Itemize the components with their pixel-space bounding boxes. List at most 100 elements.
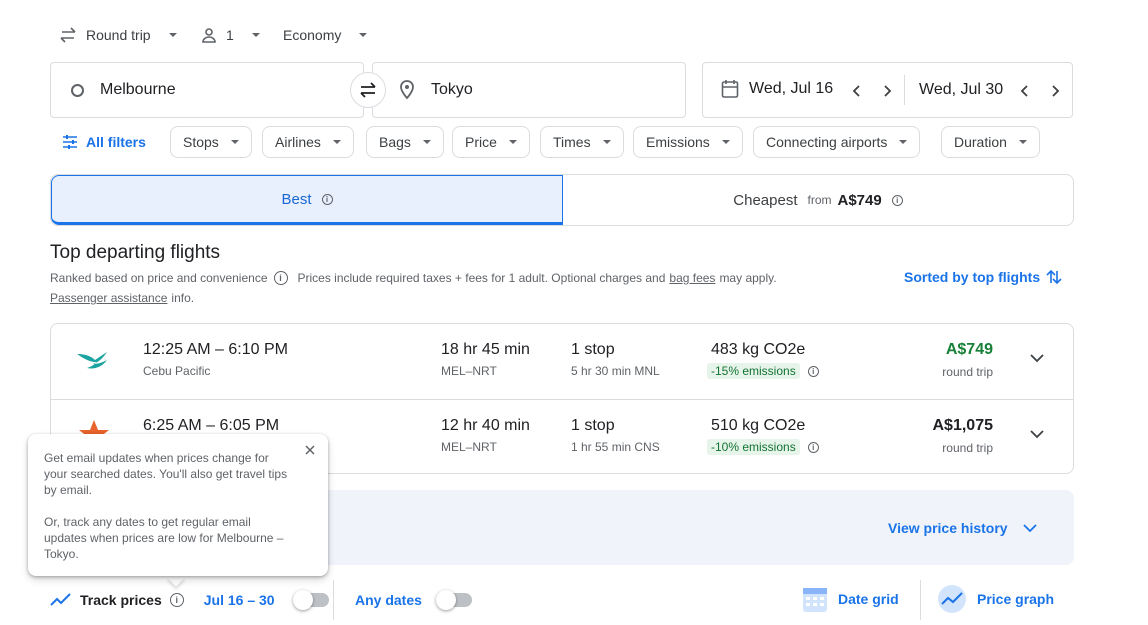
- tooltip-text-1: Get email updates when prices change for…: [44, 451, 288, 497]
- filter-chip-label: Times: [553, 134, 591, 150]
- destination-value: Tokyo: [431, 81, 473, 98]
- depart-date-field[interactable]: Wed, Jul 16: [721, 79, 833, 99]
- filter-chip-label: Emissions: [646, 134, 710, 150]
- flight-stops: 1 stop: [571, 341, 615, 358]
- filter-chip-label: Price: [465, 134, 497, 150]
- tab-cheapest[interactable]: Cheapest from A$749 i: [563, 175, 1073, 225]
- flight-layover: 1 hr 55 min CNS: [571, 440, 660, 454]
- swap-places-button[interactable]: [350, 72, 386, 108]
- page-title: Top departing flights: [50, 242, 221, 263]
- flight-emissions: 510 kg CO2e: [711, 417, 806, 434]
- close-icon: [305, 445, 315, 455]
- chevron-down-icon: [359, 33, 368, 37]
- depart-prev-button[interactable]: [849, 81, 865, 101]
- airline-logo: [75, 346, 113, 377]
- chevron-right-icon: [1052, 85, 1060, 97]
- view-price-history-button[interactable]: View price history: [888, 520, 1038, 536]
- price-graph-icon: [937, 584, 967, 614]
- date-grid-label: Date grid: [838, 591, 899, 607]
- chevron-down-icon: [602, 140, 611, 144]
- any-dates-toggle[interactable]: [435, 590, 472, 610]
- emissions-badge-group: -10% emissions i: [707, 439, 819, 455]
- location-pin-icon: [399, 80, 415, 100]
- filter-chip-airlines[interactable]: Airlines: [262, 126, 354, 158]
- expand-button[interactable]: [1029, 428, 1045, 440]
- any-dates-group: Any dates: [355, 588, 472, 612]
- info-text: info.: [171, 291, 195, 305]
- track-prices-label: Track prices: [80, 592, 162, 608]
- passengers-count: 1: [226, 27, 234, 43]
- info-icon[interactable]: i: [273, 271, 288, 285]
- tab-cheapest-from: from: [807, 193, 832, 207]
- tab-cheapest-price: A$749: [837, 191, 882, 209]
- date-grid-button[interactable]: Date grid: [802, 584, 899, 614]
- info-icon[interactable]: i: [169, 593, 184, 607]
- flight-times: 6:25 AM – 6:05 PM: [143, 417, 280, 434]
- swap-arrows-icon: [58, 27, 78, 43]
- date-grid-icon: [802, 585, 828, 613]
- cabin-select[interactable]: Economy: [283, 22, 368, 48]
- filter-chip-duration[interactable]: Duration: [941, 126, 1040, 158]
- flight-emissions: 483 kg CO2e: [711, 341, 806, 358]
- filter-chip-label: Airlines: [275, 134, 321, 150]
- chevron-down-icon: [168, 33, 177, 37]
- return-date-value[interactable]: Wed, Jul 30: [919, 81, 1003, 99]
- ranked-text: Ranked based on price and convenience: [50, 271, 268, 285]
- info-icon[interactable]: i: [807, 441, 819, 453]
- filter-chip-emissions[interactable]: Emissions: [633, 126, 743, 158]
- destination-field[interactable]: Tokyo: [372, 62, 686, 118]
- depart-next-button[interactable]: [879, 81, 895, 101]
- trip-type-select[interactable]: Round trip: [58, 22, 177, 48]
- info-icon[interactable]: i: [807, 365, 819, 377]
- bag-fees-link[interactable]: bag fees: [669, 271, 715, 285]
- bottom-divider-2: [920, 580, 921, 620]
- calendar-icon: [721, 79, 739, 99]
- swap-icon: [360, 82, 376, 98]
- track-dates-toggle[interactable]: [292, 590, 329, 610]
- chevron-down-icon: [508, 140, 517, 144]
- cabin-label: Economy: [283, 27, 342, 43]
- origin-circle-icon: [71, 83, 84, 97]
- tab-best[interactable]: Best i: [51, 175, 563, 225]
- passengers-select[interactable]: 1: [200, 22, 260, 48]
- info-icon[interactable]: i: [321, 193, 333, 205]
- return-prev-button[interactable]: [1017, 81, 1033, 101]
- flight-duration: 18 hr 45 min: [441, 341, 530, 358]
- flight-layover: 5 hr 30 min MNL: [571, 364, 660, 378]
- may-apply-text: may apply.: [719, 271, 777, 285]
- track-prices-tooltip: Get email updates when prices change for…: [28, 434, 328, 576]
- filter-chip-stops[interactable]: Stops: [170, 126, 252, 158]
- all-filters-label: All filters: [86, 134, 146, 150]
- info-icon[interactable]: i: [891, 194, 903, 206]
- bottom-divider: [333, 580, 334, 620]
- date-divider: [904, 75, 905, 105]
- sort-button[interactable]: Sorted by top flights: [904, 268, 1062, 286]
- filter-chip-connecting-airports[interactable]: Connecting airports: [753, 126, 921, 158]
- filter-chip-label: Duration: [954, 134, 1007, 150]
- filter-chip-bags[interactable]: Bags: [366, 126, 444, 158]
- emissions-badge: -10% emissions: [707, 439, 800, 455]
- chevron-down-icon: [1022, 524, 1037, 533]
- close-tooltip-button[interactable]: [304, 444, 316, 456]
- passenger-assistance-link[interactable]: Passenger assistance: [50, 291, 167, 305]
- filter-chip-label: Connecting airports: [766, 134, 888, 150]
- origin-value: Melbourne: [100, 81, 176, 98]
- any-dates-label: Any dates: [355, 592, 422, 608]
- chevron-down-icon: [251, 33, 260, 37]
- price-graph-button[interactable]: Price graph: [937, 584, 1054, 614]
- expand-button[interactable]: [1029, 352, 1045, 364]
- chevron-down-icon: [721, 140, 730, 144]
- chevron-down-icon: [422, 140, 431, 144]
- flight-row[interactable]: 12:25 AM – 6:10 PM Cebu Pacific 18 hr 45…: [51, 324, 1073, 399]
- prices-note: Prices include required taxes + fees for…: [297, 271, 666, 285]
- filter-chip-times[interactable]: Times: [540, 126, 624, 158]
- filter-chip-price[interactable]: Price: [452, 126, 530, 158]
- return-next-button[interactable]: [1047, 81, 1063, 101]
- depart-date-value: Wed, Jul 16: [749, 80, 834, 97]
- tooltip-text-2: Or, track any dates to get regular email…: [44, 515, 284, 561]
- chevron-right-icon: [884, 85, 892, 97]
- origin-field[interactable]: Melbourne: [50, 62, 364, 118]
- all-filters-button[interactable]: All filters: [62, 126, 146, 158]
- track-prices-group: Track prices i Jul 16 – 30: [50, 588, 329, 612]
- person-icon: [200, 26, 218, 44]
